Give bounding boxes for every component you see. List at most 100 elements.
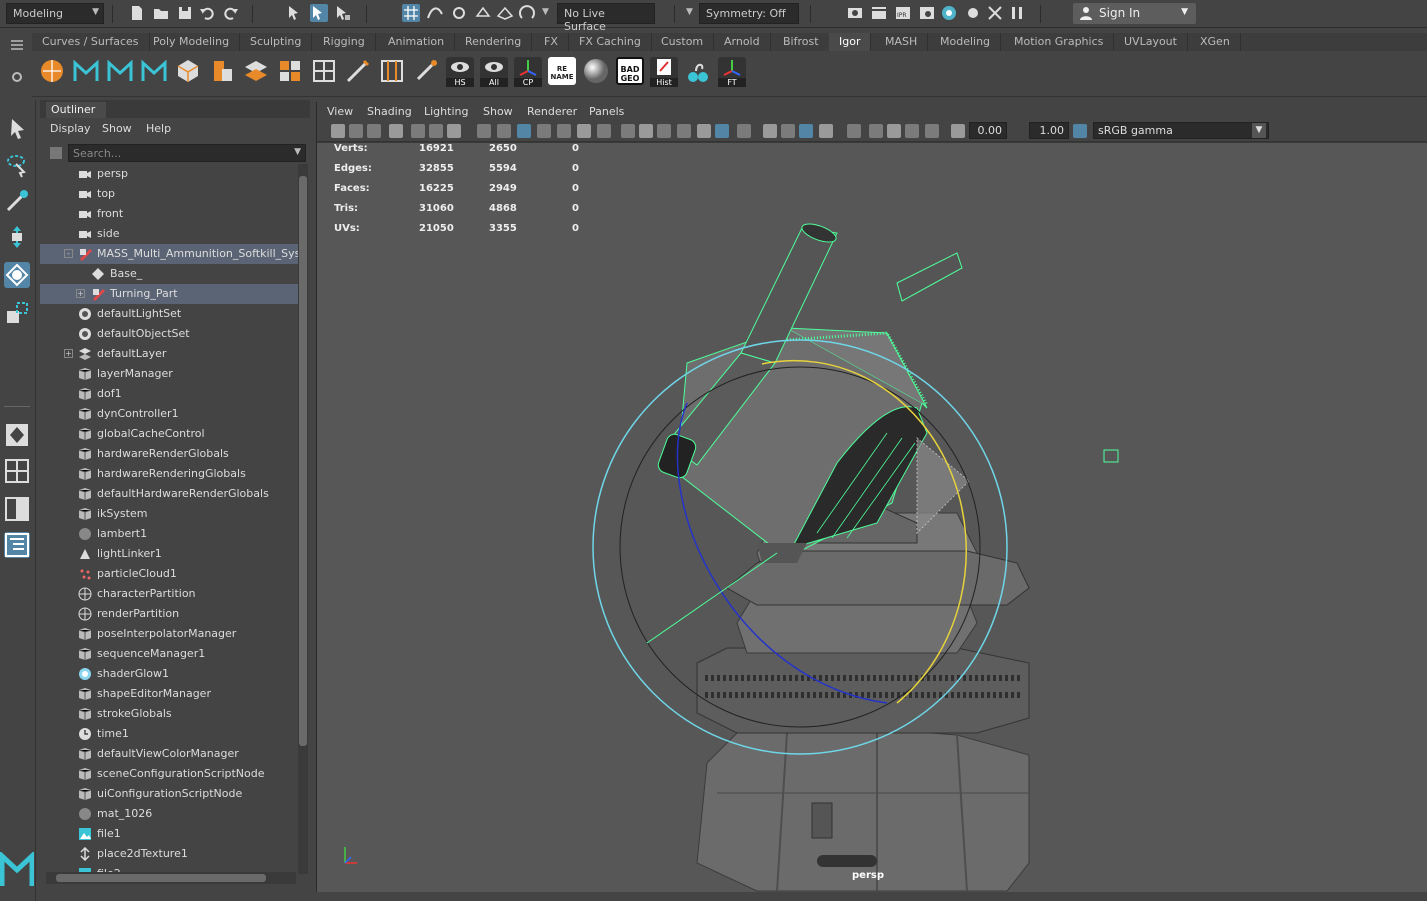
outliner-item[interactable]: sequenceManager1 — [40, 644, 298, 664]
menu-renderer[interactable]: Renderer — [527, 105, 577, 118]
outliner-item[interactable]: + defaultLayer — [40, 344, 298, 364]
menu-lighting[interactable]: Lighting — [424, 105, 468, 118]
tab-fx[interactable]: FX — [534, 33, 569, 51]
shelf-sphere-tool-icon[interactable] — [38, 57, 66, 85]
menu-panels[interactable]: Panels — [589, 105, 624, 118]
viewport-tool-icon[interactable] — [951, 124, 965, 138]
menu-shading[interactable]: Shading — [367, 105, 412, 118]
outliner-item[interactable]: poseInterpolatorManager — [40, 624, 298, 644]
outliner-item[interactable]: layerManager — [40, 364, 298, 384]
select-tool-icon[interactable] — [4, 116, 30, 142]
viewport-tool-icon[interactable] — [331, 124, 345, 138]
gear-icon[interactable] — [10, 70, 24, 84]
outliner-item[interactable]: hardwareRenderGlobals — [40, 444, 298, 464]
viewport-tool-icon[interactable] — [869, 124, 883, 138]
viewport-tool-icon[interactable] — [577, 124, 591, 138]
outliner-item[interactable]: place2dTexture1 — [40, 844, 298, 864]
viewport-tool-icon[interactable] — [799, 124, 813, 138]
shelf-rename-button[interactable]: RE NAME — [548, 57, 576, 85]
redo-icon[interactable] — [222, 4, 240, 22]
tab-xgen[interactable]: XGen — [1190, 33, 1241, 51]
light-editor-icon[interactable] — [964, 4, 982, 22]
snap-surface-icon[interactable] — [496, 4, 514, 22]
viewport-tool-icon[interactable] — [763, 124, 777, 138]
viewport-tool-icon[interactable] — [389, 124, 403, 138]
save-scene-icon[interactable] — [176, 4, 194, 22]
camera-attr-icon[interactable] — [986, 4, 1004, 22]
viewport-tool-icon[interactable] — [819, 124, 833, 138]
viewport-tool-icon[interactable] — [847, 124, 861, 138]
viewport-tool-icon[interactable] — [477, 124, 491, 138]
select-hierarchy-icon[interactable] — [286, 4, 304, 22]
outliner-item[interactable]: characterPartition — [40, 584, 298, 604]
outliner-layout-icon[interactable] — [4, 532, 30, 558]
tab-mash[interactable]: MASH — [875, 33, 929, 51]
filter-grid-icon[interactable] — [49, 146, 63, 160]
tab-fx-caching[interactable]: FX Caching — [569, 33, 652, 51]
outliner-item[interactable]: defaultViewColorManager — [40, 744, 298, 764]
outliner-item[interactable]: lambert1 — [40, 524, 298, 544]
shelf-hs-button[interactable]: HS — [446, 57, 474, 87]
3d-viewport[interactable]: Verts: 16921 2650 0 Edges: 32855 5594 0 Faces: 16… — [317, 143, 1427, 892]
viewport-tool-icon[interactable] — [639, 124, 653, 138]
outliner-item[interactable]: defaultLightSet — [40, 304, 298, 324]
shelf-tabs-menu-icon[interactable] — [10, 39, 24, 51]
select-component-icon[interactable] — [334, 4, 352, 22]
tab-curves-surfaces[interactable]: Curves / Surfaces — [32, 33, 150, 51]
render-view-icon[interactable] — [846, 4, 864, 22]
tab-sculpting[interactable]: Sculpting — [240, 33, 313, 51]
viewport-tool-icon[interactable] — [715, 124, 729, 138]
shelf-cp-button[interactable]: CP — [514, 57, 542, 87]
outliner-tab[interactable]: Outliner — [46, 102, 106, 118]
snap-curve-icon[interactable] — [426, 4, 444, 22]
viewport-tool-icon[interactable] — [697, 124, 711, 138]
move-tool-icon[interactable] — [4, 224, 30, 250]
viewport-tool-icon[interactable] — [621, 124, 635, 138]
outliner-item[interactable]: renderPartition — [40, 604, 298, 624]
chevron-down-icon[interactable]: ▼ — [294, 147, 301, 157]
shelf-pencil-curve-icon[interactable] — [344, 57, 372, 85]
side-by-side-layout-icon[interactable] — [4, 496, 30, 522]
outliner-item[interactable]: dynController1 — [40, 404, 298, 424]
pause-viewport-icon[interactable] — [1008, 4, 1026, 22]
chevron-down-icon[interactable]: ▼ — [542, 7, 549, 17]
shelf-maya-m-icon[interactable] — [72, 57, 100, 85]
render-frame-icon[interactable] — [870, 4, 888, 22]
new-scene-icon[interactable] — [128, 4, 146, 22]
tab-poly-modeling[interactable]: Poly Modeling — [143, 33, 241, 51]
shelf-maya-m3-icon[interactable] — [140, 57, 168, 85]
shelf-grid-icon[interactable] — [310, 57, 338, 85]
viewport-tool-icon[interactable] — [905, 124, 919, 138]
single-pane-layout-icon[interactable] — [4, 422, 30, 448]
snap-view-plane-icon[interactable] — [474, 4, 492, 22]
scrollbar-thumb[interactable] — [299, 176, 307, 746]
sign-in-button[interactable]: Sign In ▼ — [1073, 3, 1196, 24]
outliner-item[interactable]: hardwareRenderingGlobals — [40, 464, 298, 484]
select-object-icon[interactable] — [310, 4, 328, 22]
outliner-item[interactable]: shaderGlow1 — [40, 664, 298, 684]
lasso-tool-icon[interactable] — [4, 152, 30, 178]
outliner-item[interactable]: time1 — [40, 724, 298, 744]
viewport-tool-icon[interactable] — [887, 124, 901, 138]
hypershade-icon[interactable] — [940, 4, 958, 22]
outliner-item[interactable]: defaultHardwareRenderGlobals — [40, 484, 298, 504]
ipr-render-icon[interactable]: IPR — [894, 4, 912, 22]
outliner-item[interactable]: globalCacheControl — [40, 424, 298, 444]
outliner-item[interactable]: file1 — [40, 824, 298, 844]
menu-view[interactable]: View — [327, 105, 353, 118]
outliner-item[interactable]: Base_ — [40, 264, 298, 284]
shelf-material-ball-icon[interactable] — [582, 57, 610, 85]
shelf-cube-stack-icon[interactable] — [208, 57, 236, 85]
snap-grid-icon[interactable] — [402, 4, 420, 22]
color-space-dropdown[interactable]: sRGB gamma ▼ — [1093, 122, 1269, 139]
viewport-tool-icon[interactable] — [367, 124, 381, 138]
menu-help[interactable]: Help — [146, 122, 171, 135]
tab-custom[interactable]: Custom — [651, 33, 715, 51]
tab-rigging[interactable]: Rigging — [313, 33, 376, 51]
scale-tool-icon[interactable] — [4, 300, 30, 326]
shelf-edge-loop-icon[interactable] — [378, 57, 406, 85]
outliner-item[interactable]: - MASS_Multi_Ammunition_Softkill_Syste — [40, 244, 298, 264]
workspace-dropdown[interactable]: Modeling ▼ — [6, 3, 104, 24]
outliner-item[interactable]: particleCloud1 — [40, 564, 298, 584]
viewport-tool-icon[interactable] — [677, 124, 691, 138]
